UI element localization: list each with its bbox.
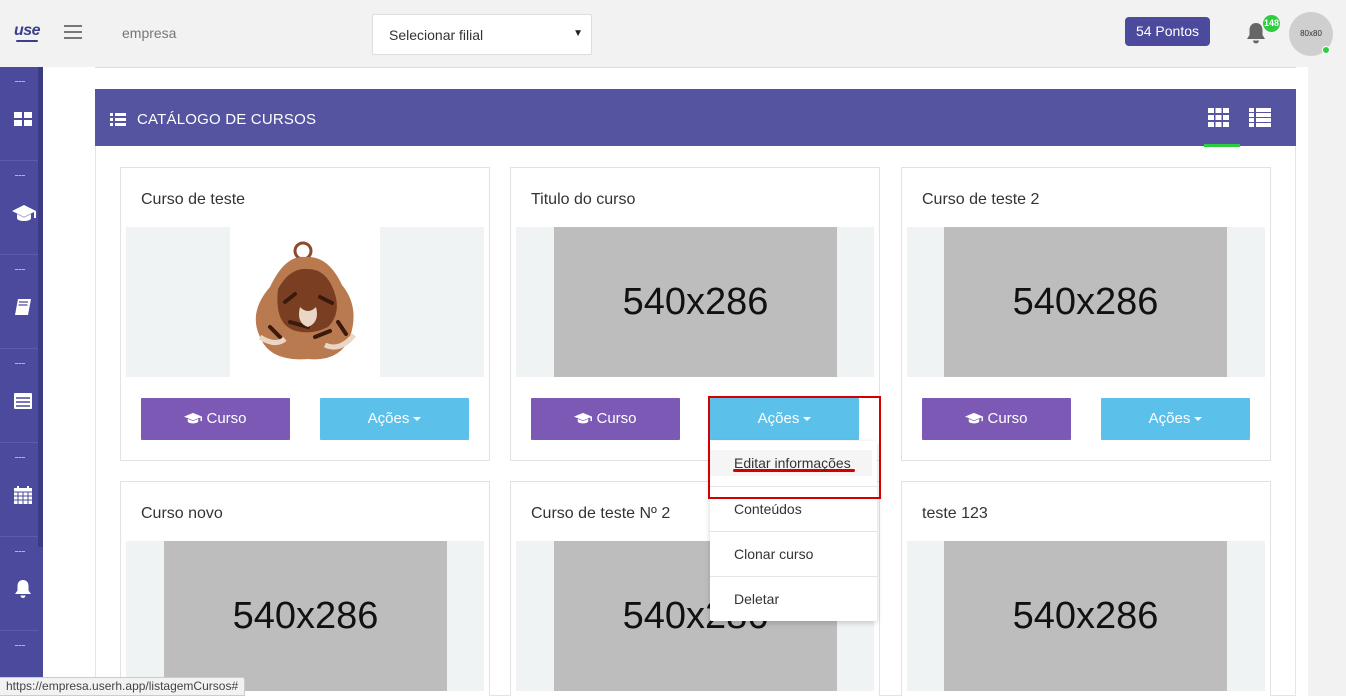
course-title: teste 123	[922, 505, 988, 522]
image-placeholder: 540x286	[554, 227, 837, 377]
sidebar-item-courses[interactable]	[0, 161, 38, 255]
online-status-indicator	[1322, 46, 1330, 54]
menu-toggle-icon[interactable]	[64, 25, 82, 39]
page-title: CATÁLOGO DE CURSOS	[137, 111, 317, 128]
notification-count-badge: 148	[1263, 15, 1280, 32]
course-card: Curso de teste 2 540x286 Curso Ações	[901, 167, 1271, 461]
actions-button[interactable]: Ações	[320, 398, 469, 440]
course-button[interactable]: Curso	[922, 398, 1071, 440]
course-button-label: Curso	[596, 410, 637, 427]
dashboard-icon	[14, 112, 32, 126]
graduation-cap-icon	[12, 205, 36, 221]
sidebar-separator	[15, 81, 25, 82]
menu-item-label: Deletar	[734, 591, 780, 607]
book-icon	[15, 299, 31, 315]
course-button[interactable]: Curso	[531, 398, 680, 440]
list-view-icon[interactable]	[1249, 108, 1271, 127]
course-card: Curso de teste Curso Ações	[120, 167, 490, 461]
calendar-icon	[14, 486, 32, 504]
image-placeholder: 540x286	[944, 227, 1227, 377]
course-button[interactable]: Curso	[141, 398, 290, 440]
list-box-icon	[14, 393, 32, 409]
sidebar-separator	[15, 269, 25, 270]
menu-item-label: Clonar curso	[734, 546, 814, 562]
sidebar-separator	[15, 457, 25, 458]
branch-select-value: Selecionar filial	[389, 27, 484, 43]
caret-down-icon	[1194, 417, 1203, 422]
graduation-cap-icon	[574, 412, 593, 424]
course-button-label: Curso	[206, 410, 247, 427]
course-title: Curso de teste 2	[922, 191, 1040, 208]
browser-status-url: https://empresa.userh.app/listagemCursos…	[0, 677, 246, 696]
sidebar-item-calendar[interactable]	[0, 443, 38, 537]
menu-item-label: Conteúdos	[734, 501, 802, 517]
menu-item-clone-course[interactable]: Clonar curso	[710, 531, 877, 576]
annotation-highlight-box	[708, 396, 881, 499]
menu-item-delete[interactable]: Deletar	[710, 576, 877, 621]
active-view-indicator	[1204, 144, 1240, 147]
course-button-label: Curso	[987, 410, 1028, 427]
course-title: Titulo do curso	[531, 191, 636, 208]
course-image	[230, 227, 380, 377]
company-name: empresa	[122, 25, 177, 41]
sidebar-item-notifications[interactable]	[0, 537, 38, 631]
graduation-cap-icon	[184, 412, 203, 424]
course-card: teste 123 540x286	[901, 481, 1271, 696]
list-icon	[110, 113, 126, 126]
chevron-down-icon: ▼	[573, 28, 583, 39]
branch-select[interactable]: Selecionar filial ▼	[372, 14, 592, 55]
bell-icon	[15, 580, 31, 598]
image-placeholder: 540x286	[164, 541, 447, 691]
points-badge[interactable]: 54 Pontos	[1125, 17, 1210, 46]
caret-down-icon	[413, 417, 422, 422]
sidebar-separator	[15, 551, 25, 552]
app-logo[interactable]: use	[14, 22, 41, 42]
sidebar-separator	[15, 645, 25, 646]
menu-item-label: Editar informações	[734, 455, 851, 471]
sidebar-separator	[15, 363, 25, 364]
course-card: Curso novo 540x286	[120, 481, 490, 696]
grid-view-icon[interactable]	[1208, 108, 1229, 127]
course-title: Curso novo	[141, 505, 223, 522]
tiger-illustration-icon	[255, 241, 356, 360]
divider	[95, 67, 1296, 68]
graduation-cap-icon	[965, 412, 984, 424]
actions-button-label: Ações	[367, 410, 410, 427]
sidebar-item-dashboard[interactable]	[0, 67, 38, 161]
sidebar-item-records[interactable]	[0, 349, 38, 443]
course-title: Curso de teste Nº 2	[531, 505, 671, 522]
image-placeholder: 540x286	[944, 541, 1227, 691]
actions-button-label: Ações	[1148, 410, 1191, 427]
course-title: Curso de teste	[141, 191, 246, 208]
sidebar-separator	[15, 175, 25, 176]
sidebar-item-library[interactable]	[0, 255, 38, 349]
actions-button[interactable]: Ações	[1101, 398, 1250, 440]
